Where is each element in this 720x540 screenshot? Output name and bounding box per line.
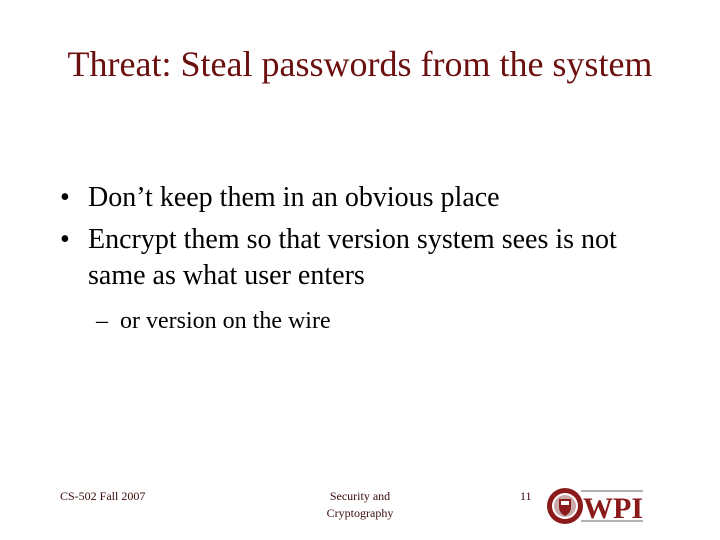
bullet-text: Encrypt them so that version system sees… xyxy=(88,224,617,291)
page-number: 11 xyxy=(520,489,532,503)
bullet-list: • Don’t keep them in an obvious place • … xyxy=(60,180,680,336)
wpi-logo: WPI xyxy=(547,488,643,525)
seal-icon xyxy=(547,488,583,524)
footer-topic: Security and Cryptography xyxy=(300,488,420,522)
bullet-marker: • xyxy=(60,224,70,255)
bullet-item: • Don’t keep them in an obvious place xyxy=(60,180,680,216)
sub-bullet-item: – or version on the wire xyxy=(60,306,680,336)
footer-topic-line2: Cryptography xyxy=(326,506,394,520)
bullet-marker: • xyxy=(60,182,70,213)
footer-topic-line1: Security and xyxy=(329,489,391,503)
bullet-item: • Encrypt them so that version system se… xyxy=(60,222,680,294)
bullet-text: Don’t keep them in an obvious place xyxy=(88,182,500,213)
slide-title: Threat: Steal passwords from the system xyxy=(67,44,653,84)
footer-course: CS-502 Fall 2007 xyxy=(60,489,146,503)
sub-bullet-text: or version on the wire xyxy=(120,308,331,334)
sub-bullet-marker: – xyxy=(96,308,108,334)
logo-text: WPI xyxy=(583,492,643,525)
